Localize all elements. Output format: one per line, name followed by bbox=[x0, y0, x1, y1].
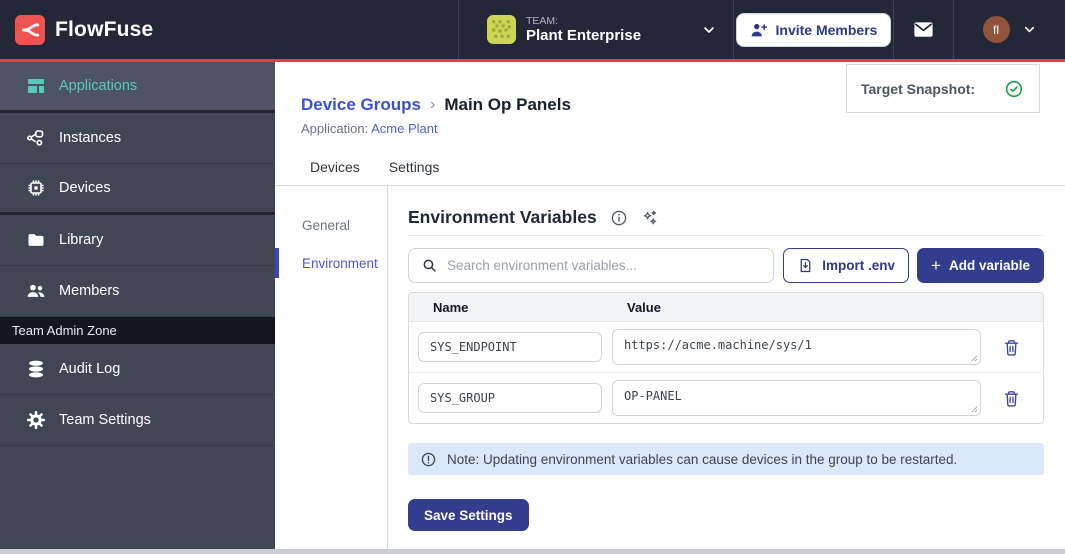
target-snapshot-box: Target Snapshot: bbox=[846, 64, 1040, 113]
environment-panel: Environment Variables Search environment… bbox=[388, 186, 1065, 554]
sidebar-item-instances[interactable]: Instances bbox=[0, 113, 275, 164]
search-icon bbox=[423, 259, 436, 272]
plus-icon: + bbox=[931, 256, 941, 275]
users-icon bbox=[27, 284, 45, 297]
user-avatar: fl bbox=[982, 16, 1010, 43]
sidebar-item-label: Devices bbox=[59, 180, 111, 196]
user-menu[interactable]: fl bbox=[954, 0, 1065, 59]
target-snapshot-label: Target Snapshot: bbox=[861, 80, 976, 97]
info-icon[interactable] bbox=[610, 209, 628, 227]
delete-variable-button[interactable] bbox=[991, 332, 1031, 362]
sidebar-item-label: Instances bbox=[59, 130, 122, 146]
table-row: https://acme.machine/sys/1 bbox=[409, 322, 1043, 373]
tab-bar: Devices Settings bbox=[275, 159, 1065, 186]
trash-icon bbox=[1004, 390, 1018, 407]
resize-handle-icon[interactable] bbox=[969, 353, 978, 362]
env-value-textarea[interactable]: OP-PANEL bbox=[612, 380, 981, 416]
chevron-down-icon bbox=[1024, 26, 1034, 33]
home-logo-link[interactable]: FlowFuse bbox=[0, 0, 458, 59]
notifications-button[interactable] bbox=[894, 0, 953, 59]
sidebar: Applications Instances Devices Library M… bbox=[0, 62, 275, 554]
flowfuse-logo-icon bbox=[15, 14, 45, 45]
sidebar-item-label: Library bbox=[59, 232, 104, 248]
envelope-icon bbox=[914, 22, 933, 37]
folder-icon bbox=[28, 234, 44, 246]
breadcrumb-separator: › bbox=[430, 96, 436, 113]
chip-icon bbox=[28, 180, 44, 196]
sidebar-item-applications[interactable]: Applications bbox=[0, 62, 275, 113]
document-download-icon bbox=[800, 258, 811, 273]
search-box bbox=[408, 248, 775, 283]
database-icon bbox=[29, 360, 43, 378]
table-row: OP-PANEL bbox=[409, 373, 1043, 423]
settings-subnav: General Environment bbox=[275, 186, 388, 554]
sidebar-item-label: Members bbox=[59, 283, 120, 299]
sparkles-icon[interactable] bbox=[641, 209, 659, 227]
application-link[interactable]: Acme Plant bbox=[371, 121, 437, 136]
horizontal-scrollbar[interactable] bbox=[0, 549, 1065, 554]
application-line: Application: Acme Plant bbox=[301, 121, 1040, 136]
team-admin-zone-label: Team Admin Zone bbox=[0, 317, 275, 344]
add-variable-label: Add variable bbox=[948, 258, 1030, 273]
sidebar-item-label: Team Settings bbox=[59, 412, 151, 428]
add-variable-button[interactable]: + Add variable bbox=[917, 248, 1044, 283]
import-env-button[interactable]: Import .env bbox=[783, 248, 910, 283]
restart-note-banner: Note: Updating environment variables can… bbox=[408, 443, 1044, 475]
sidebar-item-team-settings[interactable]: Team Settings bbox=[0, 395, 275, 446]
import-env-label: Import .env bbox=[822, 258, 896, 273]
check-circle-icon[interactable] bbox=[1004, 79, 1024, 99]
sidebar-item-audit-log[interactable]: Audit Log bbox=[0, 344, 275, 395]
team-selector[interactable]: TEAM: Plant Enterprise bbox=[459, 0, 733, 59]
restart-note-text: Note: Updating environment variables can… bbox=[447, 451, 958, 467]
panel-title: Environment Variables bbox=[408, 207, 597, 227]
search-input[interactable] bbox=[447, 258, 764, 273]
top-header: FlowFuse TEAM: Plant Enterprise Invite M… bbox=[0, 0, 1065, 62]
invite-members-label: Invite Members bbox=[775, 21, 878, 38]
tab-devices[interactable]: Devices bbox=[310, 159, 360, 185]
sidebar-item-devices[interactable]: Devices bbox=[0, 164, 275, 215]
env-variables-table: Name Value https://acme.machine/sys/1 bbox=[408, 292, 1044, 424]
gear-icon bbox=[26, 410, 46, 430]
sidebar-item-label: Applications bbox=[59, 78, 138, 94]
applications-icon bbox=[28, 79, 44, 93]
chevron-down-icon bbox=[704, 26, 714, 33]
exclamation-circle-icon bbox=[421, 452, 436, 466]
page-title: Main Op Panels bbox=[444, 95, 571, 114]
column-header-name: Name bbox=[433, 299, 469, 315]
column-header-value: Value bbox=[627, 299, 661, 315]
team-name: Plant Enterprise bbox=[526, 26, 642, 44]
user-plus-icon bbox=[751, 23, 767, 36]
tab-settings[interactable]: Settings bbox=[389, 159, 440, 185]
invite-members-button[interactable]: Invite Members bbox=[735, 12, 892, 47]
sidebar-item-members[interactable]: Members bbox=[0, 266, 275, 317]
env-name-input[interactable] bbox=[418, 383, 602, 413]
table-header: Name Value bbox=[409, 293, 1043, 322]
brand-name: FlowFuse bbox=[55, 17, 154, 41]
sidebar-item-label: Audit Log bbox=[59, 361, 121, 377]
instances-icon bbox=[27, 130, 44, 146]
application-label: Application: bbox=[301, 121, 369, 136]
trash-icon bbox=[1004, 339, 1018, 356]
save-settings-button[interactable]: Save Settings bbox=[408, 499, 529, 531]
env-name-input[interactable] bbox=[418, 332, 602, 362]
env-value-textarea[interactable]: https://acme.machine/sys/1 bbox=[612, 329, 981, 365]
sidebar-item-library[interactable]: Library bbox=[0, 215, 275, 266]
main-content: Device Groups › Main Op Panels Applicati… bbox=[275, 62, 1065, 554]
team-label: TEAM: bbox=[526, 14, 559, 27]
resize-handle-icon[interactable] bbox=[969, 404, 978, 413]
subnav-item-environment[interactable]: Environment bbox=[275, 248, 387, 278]
delete-variable-button[interactable] bbox=[991, 383, 1031, 413]
breadcrumb-device-groups-link[interactable]: Device Groups bbox=[301, 95, 421, 115]
team-avatar-icon bbox=[487, 15, 516, 44]
subnav-item-general[interactable]: General bbox=[275, 210, 387, 240]
